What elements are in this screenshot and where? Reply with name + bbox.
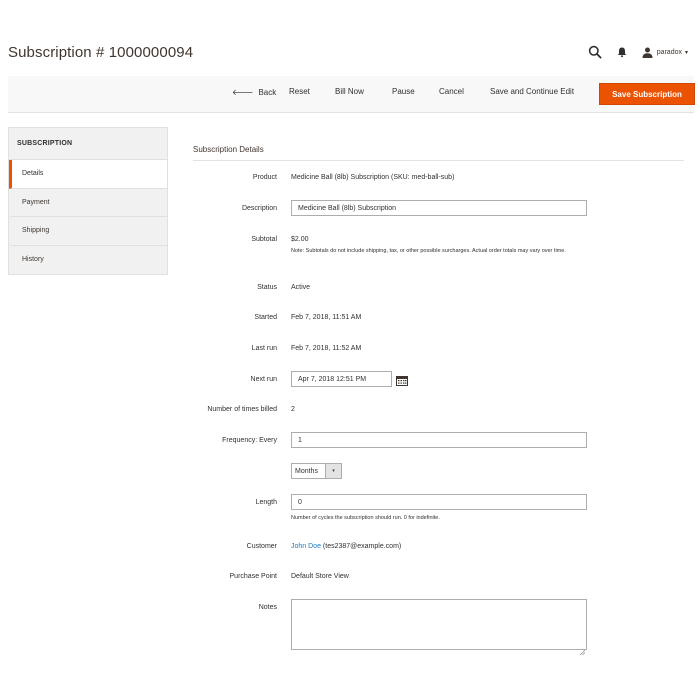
status-label: Status	[257, 284, 277, 291]
page-title: Subscription # 1000000094	[8, 44, 194, 61]
status-value: Active	[291, 284, 311, 291]
customer-value: John Doe (tes2387@example.com)	[291, 543, 401, 550]
subtotal-value: $2.00	[291, 236, 309, 243]
cancel-button[interactable]: Cancel	[439, 87, 464, 96]
description-input[interactable]: Medicine Ball (8lb) Subscription	[291, 200, 587, 216]
page-actions-bar: 🡐 Back Reset Bill Now Pause Cancel Save a…	[8, 76, 695, 113]
subtotal-label: Subtotal	[251, 236, 277, 243]
purchase-point-label: Purchase Point	[229, 573, 277, 580]
chevron-down-icon: ▾	[325, 464, 341, 478]
sidebar-item-payment[interactable]: Payment	[9, 189, 167, 217]
purchase-point-value: Default Store View	[291, 573, 349, 580]
sidebar-title: SUBSCRIPTION	[9, 128, 167, 160]
chevron-down-icon[interactable]: ▾	[685, 49, 688, 56]
back-button[interactable]: 🡐 Back	[232, 87, 276, 97]
last-run-value: Feb 7, 2018, 11:52 AM	[291, 345, 362, 352]
calendar-icon[interactable]	[396, 373, 408, 386]
times-billed-value: 2	[291, 406, 295, 413]
length-note: Number of cycles the subscription should…	[291, 515, 440, 521]
back-button-label: Back	[258, 88, 277, 97]
product-value: Medicine Ball (8lb) Subscription (SKU: m…	[291, 174, 455, 181]
customer-label: Customer	[246, 543, 277, 550]
customer-email: (tes2387@example.com)	[322, 543, 402, 550]
notes-label: Notes	[258, 604, 277, 611]
header-actions: paradox ▾	[588, 44, 688, 60]
last-run-label: Last run	[251, 345, 277, 352]
bell-icon[interactable]	[616, 46, 628, 58]
arrow-left-icon: 🡐	[232, 88, 254, 97]
user-menu-name[interactable]: paradox	[657, 49, 682, 56]
save-subscription-button[interactable]: Save Subscription	[599, 83, 695, 105]
sidebar: SUBSCRIPTION Details Payment Shipping Hi…	[8, 127, 168, 275]
section-divider	[193, 160, 684, 161]
reset-button[interactable]: Reset	[289, 87, 310, 96]
notes-textarea[interactable]	[291, 599, 587, 656]
customer-link[interactable]: John Doe	[291, 543, 321, 550]
sidebar-item-shipping[interactable]: Shipping	[9, 217, 167, 246]
sidebar-item-details[interactable]: Details	[9, 160, 167, 189]
user-icon[interactable]	[642, 47, 653, 58]
frequency-input[interactable]: 1	[291, 432, 587, 448]
next-run-label: Next run	[250, 376, 277, 383]
resize-handle-icon[interactable]	[579, 642, 586, 656]
started-label: Started	[254, 314, 277, 321]
frequency-unit-select[interactable]: Months ▾	[291, 463, 342, 479]
frequency-unit-value: Months	[295, 467, 318, 475]
sidebar-item-history[interactable]: History	[9, 246, 167, 275]
bill-now-button[interactable]: Bill Now	[335, 87, 364, 96]
description-label: Description	[241, 205, 277, 212]
search-icon[interactable]	[588, 45, 602, 59]
pause-button[interactable]: Pause	[392, 87, 415, 96]
product-label: Product	[252, 174, 277, 181]
next-run-input[interactable]: Apr 7, 2018 12:51 PM	[291, 371, 392, 387]
times-billed-label: Number of times billed	[207, 406, 277, 413]
frequency-label: Frequency: Every	[222, 437, 277, 444]
save-and-continue-button[interactable]: Save and Continue Edit	[490, 87, 574, 96]
subtotal-note: Note: Subtotals do not include shipping,…	[291, 248, 566, 254]
started-value: Feb 7, 2018, 11:51 AM	[291, 314, 362, 321]
length-label: Length	[255, 499, 277, 506]
section-title: Subscription Details	[193, 145, 264, 154]
length-input[interactable]: 0	[291, 494, 587, 510]
